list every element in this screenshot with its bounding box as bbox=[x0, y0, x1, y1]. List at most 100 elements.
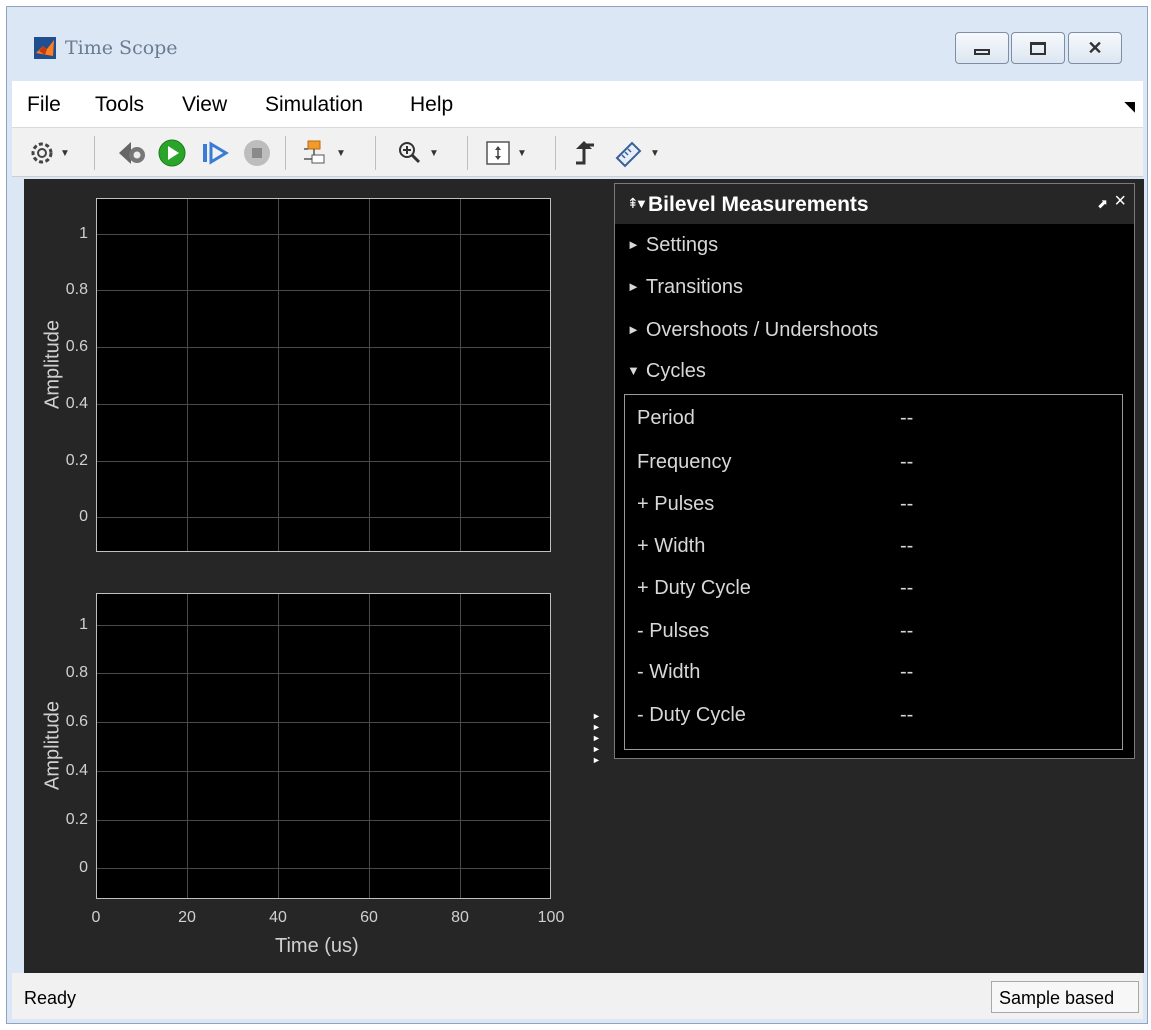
top-ytick: 0.2 bbox=[65, 452, 88, 469]
section-label: Cycles bbox=[645, 360, 706, 382]
cycles-row-label: Frequency bbox=[637, 451, 732, 473]
xtick: 20 bbox=[178, 909, 196, 926]
top-ytick: 1 bbox=[79, 225, 88, 242]
stop-icon bbox=[244, 140, 270, 166]
restore-icon bbox=[1030, 41, 1046, 55]
section-transitions[interactable]: ► Transitions bbox=[627, 276, 743, 299]
cycles-row-label: - Width bbox=[637, 661, 701, 683]
signal-selection-icon bbox=[304, 140, 325, 164]
chevron-down-icon: ▼ bbox=[429, 147, 439, 159]
xlabel: Time (us) bbox=[275, 935, 359, 957]
expand-right-icon: ► bbox=[592, 744, 601, 754]
toolbar-separator bbox=[555, 136, 556, 170]
sample-mode-indicator: Sample based bbox=[991, 981, 1139, 1013]
toolbar-separator bbox=[375, 136, 376, 170]
scale-axes-icon bbox=[486, 141, 510, 165]
expand-right-icon: ► bbox=[592, 711, 601, 721]
xtick: 0 bbox=[91, 909, 101, 926]
chevron-down-icon: ▼ bbox=[336, 147, 346, 159]
chevron-down-icon: ▼ bbox=[60, 147, 70, 159]
triggers-icon bbox=[576, 141, 594, 165]
top-ylabel: Amplitude bbox=[41, 320, 64, 409]
close-icon: ✕ bbox=[1087, 37, 1103, 58]
expand-right-icon: ► bbox=[592, 722, 601, 732]
run-button[interactable] bbox=[157, 137, 187, 169]
top-axes[interactable] bbox=[96, 198, 551, 552]
section-label: Transitions bbox=[645, 276, 743, 298]
bilevel-measurements-panel: ⇞ ▼ Bilevel Measurements ⬈ × ► Settings ►… bbox=[614, 183, 1135, 759]
menu-file[interactable]: File bbox=[27, 93, 61, 117]
settings-button[interactable]: ▼ bbox=[30, 137, 70, 169]
panel-header: ⇞ ▼ Bilevel Measurements ⬈ × bbox=[615, 184, 1134, 224]
status-bar: Ready Sample based bbox=[12, 973, 1143, 1019]
cycles-row-value: -- bbox=[900, 661, 914, 683]
scope-display: 1 0.8 0.6 0.4 0.2 0 Amplitude 1 0.8 0.6 … bbox=[24, 179, 1144, 973]
bottom-ytick: 1 bbox=[79, 616, 88, 633]
step-forward-icon bbox=[203, 141, 229, 165]
cycles-row-label: + Duty Cycle bbox=[637, 577, 751, 599]
top-ytick: 0 bbox=[79, 508, 88, 525]
top-ytick: 0.8 bbox=[65, 281, 88, 298]
close-icon[interactable]: × bbox=[1114, 190, 1126, 213]
zoom-button[interactable]: ▼ bbox=[397, 137, 439, 169]
cycles-row-value: -- bbox=[900, 620, 914, 642]
panel-splitter-handle[interactable]: ► ► ► ► ► bbox=[592, 711, 606, 766]
title-bar[interactable]: Time Scope ✕ bbox=[7, 7, 1147, 81]
chevron-down-icon: ▼ bbox=[650, 147, 660, 159]
section-cycles[interactable]: ▼ Cycles bbox=[627, 360, 706, 383]
cycles-row-label: + Pulses bbox=[637, 493, 715, 515]
close-button[interactable]: ✕ bbox=[1068, 32, 1122, 64]
cycles-row-label: Period bbox=[637, 407, 695, 429]
collapse-down-icon: ▼ bbox=[627, 363, 640, 378]
window-title: Time Scope bbox=[65, 37, 178, 59]
cycles-row-value: -- bbox=[900, 577, 914, 599]
bottom-axes[interactable] bbox=[96, 593, 551, 899]
cycles-row-label: - Duty Cycle bbox=[637, 704, 746, 726]
restore-button[interactable] bbox=[1011, 32, 1065, 64]
run-icon bbox=[158, 139, 186, 167]
section-overshoots[interactable]: ► Overshoots / Undershoots bbox=[627, 319, 878, 342]
signal-selection-button[interactable]: ▼ bbox=[302, 137, 346, 169]
toolbar-separator bbox=[467, 136, 468, 170]
step-forward-button[interactable] bbox=[200, 137, 230, 169]
menu-help[interactable]: Help bbox=[410, 93, 453, 117]
minimize-icon bbox=[974, 49, 990, 55]
measurements-icon bbox=[615, 141, 642, 168]
expand-right-icon: ► bbox=[627, 237, 640, 252]
measurements-button[interactable]: ▼ bbox=[614, 137, 660, 169]
cycles-row-value: -- bbox=[900, 704, 914, 726]
time-scope-window: Time Scope ✕ File Tools View Simulation … bbox=[6, 6, 1148, 1024]
panel-title: Bilevel Measurements bbox=[648, 193, 869, 216]
expand-right-icon: ► bbox=[592, 755, 601, 765]
collapse-panel-icon[interactable]: ▼ bbox=[635, 196, 648, 211]
xtick: 80 bbox=[451, 909, 469, 926]
bottom-ytick: 0.8 bbox=[65, 664, 88, 681]
cycles-table: Period -- Frequency -- + Pulses -- + Wid… bbox=[624, 394, 1123, 750]
cycles-row-label: + Width bbox=[637, 535, 706, 557]
undock-icon[interactable]: ⬈ bbox=[1097, 196, 1108, 212]
menu-overflow-icon[interactable]: ◥ bbox=[1124, 98, 1135, 115]
scale-axes-button[interactable]: ▼ bbox=[485, 137, 527, 169]
step-back-button[interactable] bbox=[117, 137, 147, 169]
bottom-ylabel: Amplitude bbox=[41, 701, 64, 790]
triggers-button[interactable] bbox=[572, 137, 598, 169]
cycles-row-value: -- bbox=[900, 493, 914, 515]
cycles-row-label: - Pulses bbox=[637, 620, 710, 642]
minimize-button[interactable] bbox=[955, 32, 1009, 64]
toolbar: ▼ ▼ ▼ ▼ ▼ bbox=[12, 127, 1143, 177]
xtick: 40 bbox=[269, 909, 287, 926]
menu-bar: File Tools View Simulation Help ◥ bbox=[12, 81, 1143, 127]
toolbar-separator bbox=[285, 136, 286, 170]
cycles-row-value: -- bbox=[900, 535, 914, 557]
cycles-row-value: -- bbox=[900, 407, 914, 429]
menu-tools[interactable]: Tools bbox=[95, 93, 144, 117]
section-settings[interactable]: ► Settings bbox=[627, 234, 718, 257]
menu-simulation[interactable]: Simulation bbox=[265, 93, 363, 117]
stop-button[interactable] bbox=[242, 137, 272, 169]
bottom-ytick: 0.2 bbox=[65, 811, 88, 828]
step-back-icon bbox=[119, 142, 145, 164]
bottom-ytick: 0 bbox=[79, 859, 88, 876]
section-label: Overshoots / Undershoots bbox=[645, 319, 879, 341]
menu-view[interactable]: View bbox=[182, 93, 227, 117]
section-label: Settings bbox=[645, 234, 719, 256]
